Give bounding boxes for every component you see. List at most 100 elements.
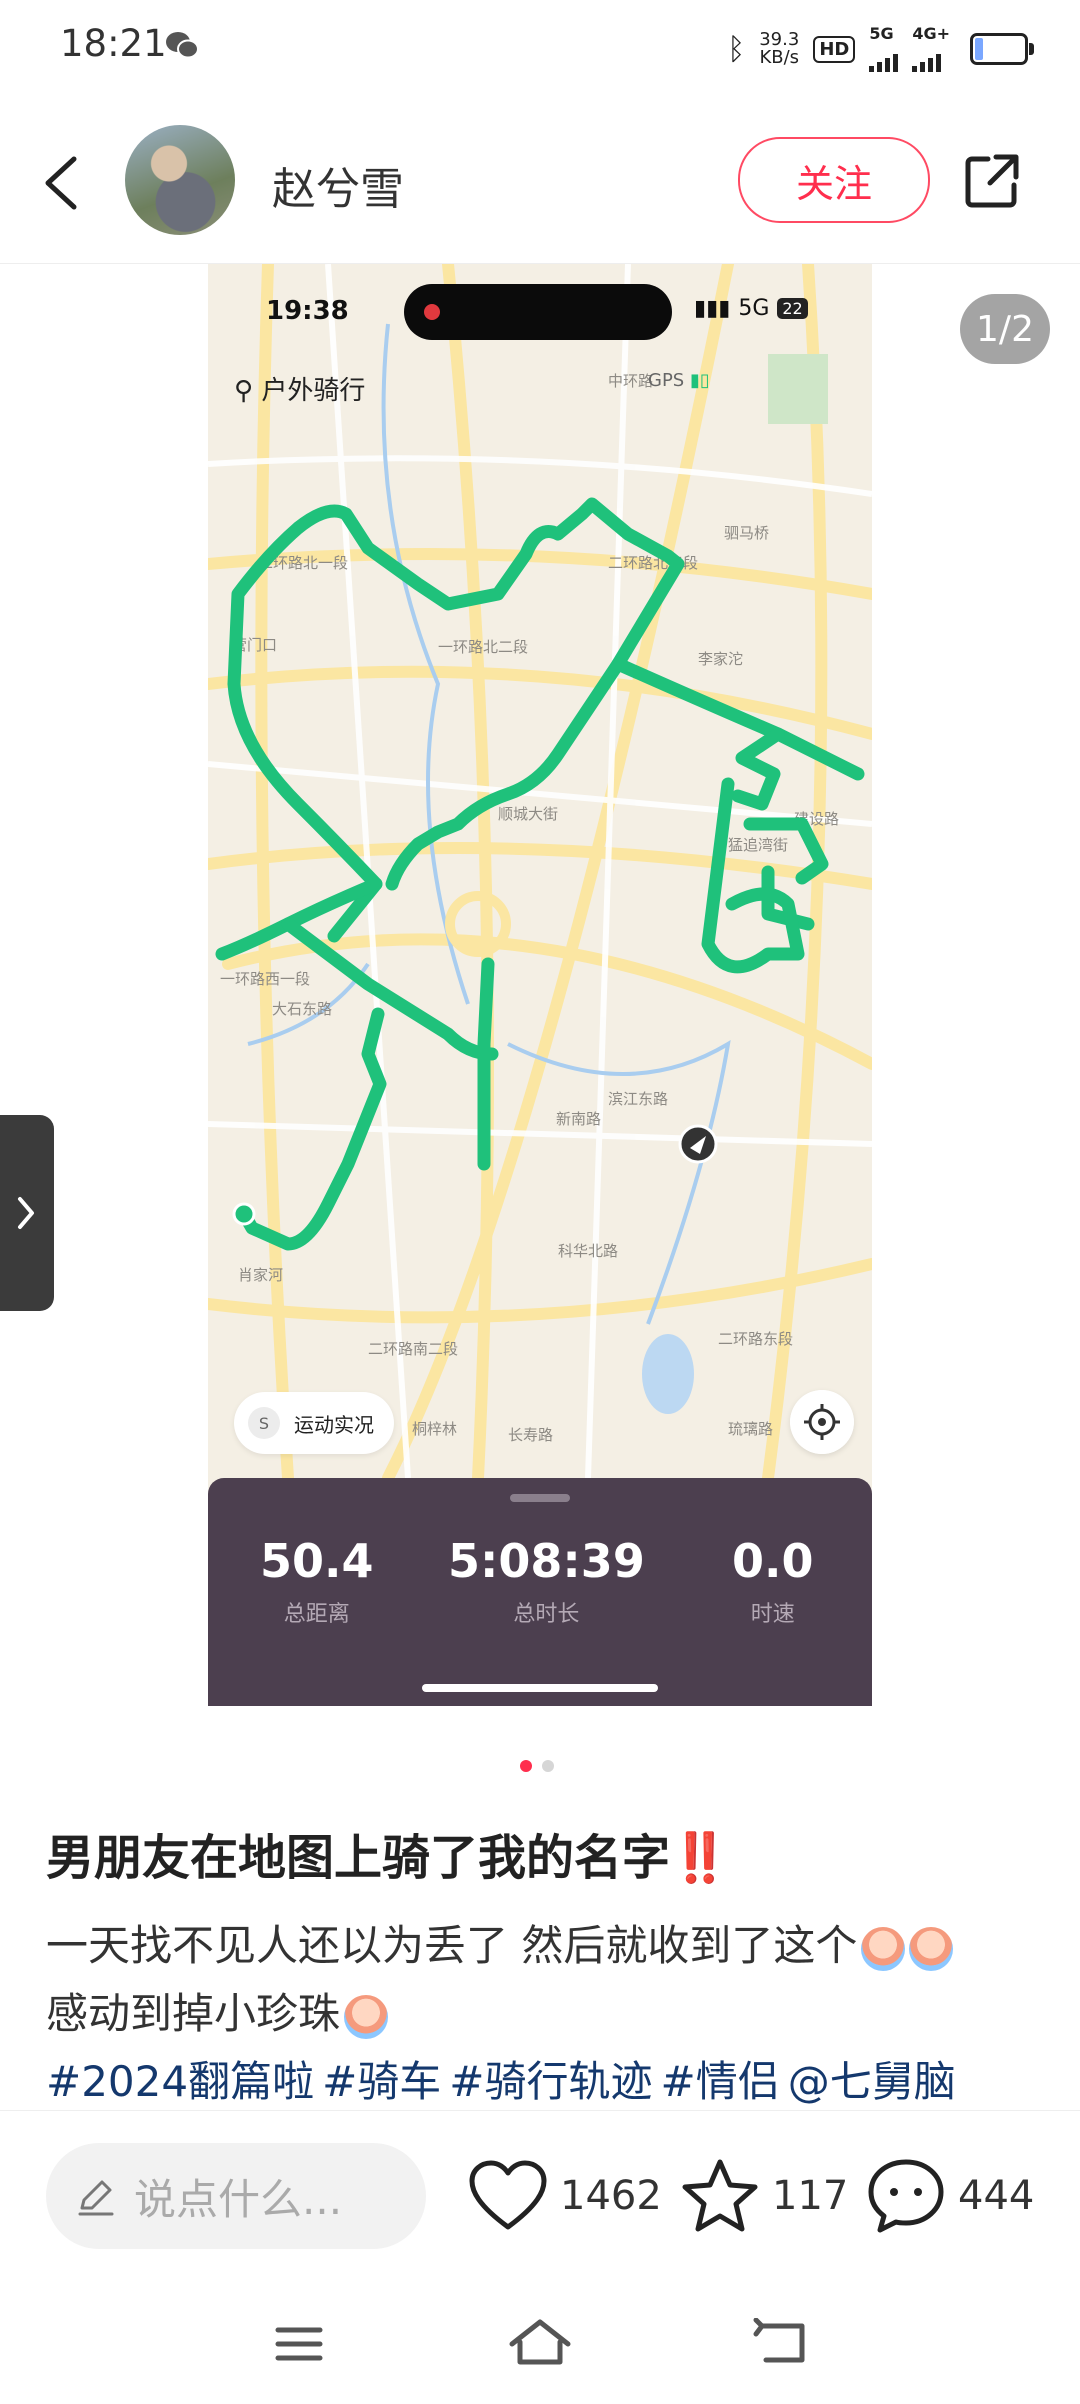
phone-status-time: 19:38 [266,296,349,326]
body-line: 感动到掉小珍珠 [46,1989,341,2038]
side-expand-tab[interactable] [0,1115,54,1311]
map: 二环路北一段 一环路北二段 二环路北三段 营门口 李家沱 驷马桥 中环路 大石东… [208,264,872,1478]
map-label: 琉璃路 [728,1421,773,1438]
stat-duration: 5:08:39 总时长 [448,1534,645,1628]
map-label: 二环路南二段 [368,1341,458,1358]
map-label: 顺城大街 [498,806,558,823]
stat-label: 时速 [750,1602,795,1627]
dot-active [520,1760,532,1772]
body-line: 一天找不见人还以为丢了 然后就收到了这个 [46,1921,858,1970]
live-status-label: 运动实况 [294,1412,374,1437]
post-tags: #2024翻篇啦 #骑车 #骑行轨迹 #情侣 @七舅脑 [46,2048,964,2109]
signal-4g: 4G+ [912,26,950,72]
phone-battery: 22 [777,298,808,319]
signal-bars-icon: ▮▮▮ [694,296,731,321]
map-label: 一环路北二段 [438,639,528,656]
post-title-text: 男朋友在地图上骑了我的名字 [46,1830,671,1886]
comment-bubble-icon [868,2159,944,2233]
engagement-bar: 说点什么... 1462 117 444 [0,2110,1080,2281]
panel-handle [510,1494,570,1502]
map-label: 猛追湾街 [728,837,788,854]
map-label: 滨江东路 [608,1091,668,1108]
hd-icon: HD [813,35,856,63]
wechat-icon [166,32,199,59]
ride-stats-panel: 50.4 总距离 5:08:39 总时长 0.0 时速 [208,1478,872,1706]
back-nav-icon[interactable] [752,2318,812,2366]
stat-speed: 0.0 时速 [732,1534,814,1628]
crying-emoji-icon [861,1926,906,1971]
like-button[interactable]: 1462 [468,2151,662,2241]
signal-bars-icon [869,42,899,72]
hashtag-link[interactable]: #情侣 [661,2057,780,2106]
hashtag-link[interactable]: #2024翻篇啦 [46,2057,314,2106]
post-body: 一天找不见人还以为丢了 然后就收到了这个 感动到掉小珍珠 [46,1912,1046,2048]
map-label: 驷马桥 [724,525,769,542]
ride-mode-text: 户外骑行 [261,376,366,406]
image-dots [520,1760,554,1772]
crying-emoji-icon [909,1926,954,1971]
live-status-chip: S 运动实况 [234,1392,394,1454]
map-label: 李家沱 [698,651,743,668]
chevron-right-icon [18,1197,34,1229]
hashtag-link[interactable]: #骑行轨迹 [449,2057,652,2106]
status-icons: ᛒ 39.3 KB/s HD 5G 4G+ [727,24,1034,72]
phone-network: 5G [738,296,770,321]
collect-button[interactable]: 117 [680,2151,848,2241]
post-image[interactable]: 二环路北一段 一环路北二段 二环路北三段 营门口 李家沱 驷马桥 中环路 大石东… [208,264,872,1706]
star-icon [682,2159,758,2232]
stat-value: 50.4 [260,1534,374,1588]
post-title: 男朋友在地图上骑了我的名字‼️ [46,1818,730,1888]
map-label: 二环路东段 [718,1331,793,1348]
stat-label: 总距离 [283,1602,350,1627]
mention-link[interactable]: @七舅脑 [788,2057,956,2106]
map-label: 桐梓林 [412,1421,457,1438]
gps-signal-icon: ▮▯ [689,370,710,391]
net-speed-unit: KB/s [759,47,800,68]
collect-count: 117 [772,2173,849,2219]
signal-bars-icon [912,42,942,72]
home-indicator [422,1684,658,1692]
net-speed: 39.3 KB/s [759,31,799,67]
gps-indicator: GPS ▮▯ [648,370,710,391]
map-label: 新南路 [556,1111,601,1128]
gps-label: GPS [648,370,685,391]
exclamation-icon: ‼️ [670,1830,730,1886]
system-nav-bar [0,2280,1080,2404]
author-name[interactable]: 赵兮雪 [272,153,404,217]
stat-distance: 50.4 总距离 [260,1534,374,1628]
hashtag-link[interactable]: #骑车 [322,2057,441,2106]
heart-icon [469,2160,547,2230]
image-pager: 1/2 [960,294,1050,364]
signal-5g: 5G [869,24,899,72]
record-dot-icon [424,304,440,320]
signal-5g-label: 5G [869,24,894,43]
signal-4g-label: 4G+ [912,24,950,43]
comment-input[interactable]: 说点什么... [46,2143,426,2249]
stat-value: 5:08:39 [448,1534,645,1588]
crying-emoji-icon [344,1994,389,2039]
locate-icon [790,1390,854,1454]
comment-count: 444 [958,2173,1035,2219]
map-label: 科华北路 [558,1243,618,1260]
follow-button[interactable]: 关注 [738,137,930,223]
chip-icon: S [248,1407,280,1439]
menu-icon[interactable] [274,2324,324,2364]
status-bar: 18:21 ᛒ 39.3 KB/s HD 5G 4G+ [0,0,1080,95]
bluetooth-icon: ᛒ [727,31,746,67]
like-count: 1462 [560,2173,662,2219]
avatar[interactable] [125,125,235,235]
back-icon[interactable] [42,155,82,211]
share-icon[interactable] [962,151,1022,211]
comment-button[interactable]: 444 [866,2151,1034,2241]
battery-icon [970,33,1034,65]
map-label: 中环路 [608,373,653,390]
map-label: 大石东路 [272,1001,332,1018]
map-label: 二环路北三段 [608,555,698,572]
home-icon[interactable] [508,2316,572,2368]
dot [542,1760,554,1772]
dynamic-island [404,284,672,340]
comment-placeholder: 说点什么... [134,2174,343,2224]
map-label: 肖家河 [238,1267,283,1284]
bicycle-icon: ⚲ [234,376,262,406]
stat-value: 0.0 [732,1534,814,1588]
